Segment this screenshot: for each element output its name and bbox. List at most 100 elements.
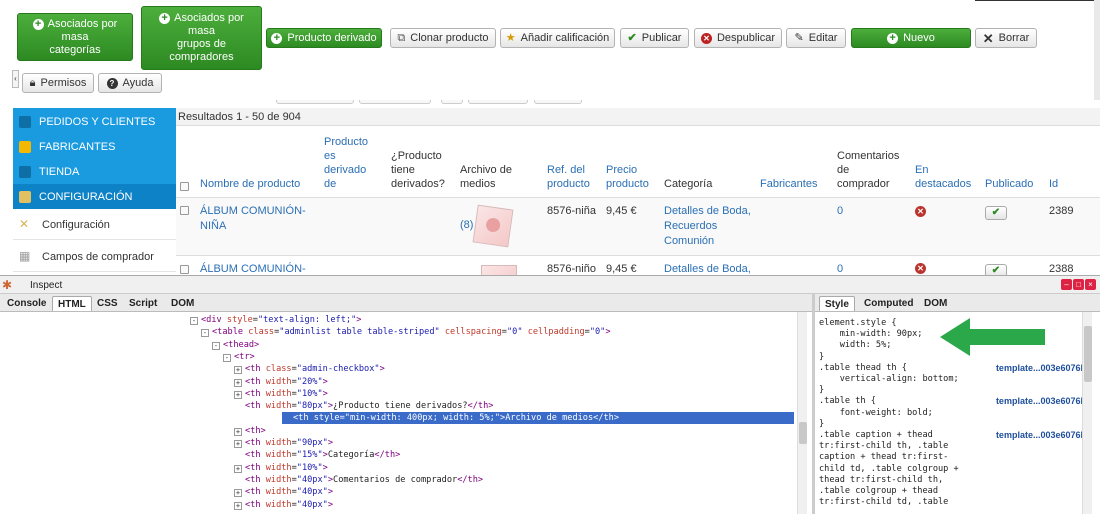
th-fabricantes[interactable]: Fabricantes: [760, 177, 817, 191]
expand-toggle-icon[interactable]: +: [234, 366, 242, 375]
code-line[interactable]: + <th width="20%">: [234, 376, 328, 388]
th-publicado[interactable]: Publicado: [985, 177, 1033, 191]
product-category-link[interactable]: Detalles de Boda, Recuerdos Comunión: [664, 204, 751, 249]
code-line[interactable]: + <th>: [234, 425, 266, 437]
code-line[interactable]: + <th width="40px">: [234, 499, 333, 511]
css-rule-line[interactable]: }: [819, 385, 824, 396]
scrollbar-thumb[interactable]: [1084, 326, 1092, 382]
code-line[interactable]: + <th width="10%">: [234, 388, 328, 400]
code-line[interactable]: - <thead>: [212, 339, 259, 351]
tab-computed[interactable]: Computed: [859, 296, 918, 311]
published-toggle[interactable]: ✔: [985, 206, 1007, 220]
clonar-producto-button[interactable]: ⧉ Clonar producto: [390, 28, 496, 48]
filter-button[interactable]: [468, 100, 528, 104]
minimize-icon[interactable]: –: [1061, 279, 1072, 290]
anadir-calificacion-button[interactable]: ★ Añadir calificación: [500, 28, 615, 48]
css-source-link[interactable]: template...003e6076b: [996, 430, 1086, 440]
code-line[interactable]: + <th class="admin-checkbox">: [234, 363, 385, 375]
filter-input[interactable]: [359, 100, 431, 104]
th-id[interactable]: Id: [1049, 177, 1058, 191]
code-line[interactable]: <th width="80px">¿Producto tiene derivad…: [234, 400, 493, 412]
code-line[interactable]: <th width="40px">Comentarios de comprado…: [234, 474, 483, 486]
css-rule-line[interactable]: vertical-align: bottom;: [819, 374, 959, 385]
product-thumbnail[interactable]: [472, 204, 514, 248]
comments-count[interactable]: 0: [837, 204, 843, 219]
nuevo-button[interactable]: + Nuevo: [851, 28, 971, 48]
tab-dom[interactable]: DOM: [166, 296, 199, 311]
style-pane-scrollbar[interactable]: [1082, 312, 1092, 514]
th-ref[interactable]: Ref. del producto: [547, 163, 590, 191]
asociados-masa-grupos-button[interactable]: + Asociados por masa grupos de compradore…: [141, 6, 262, 70]
css-rule-line[interactable]: caption + thead tr:first-: [819, 452, 948, 463]
borrar-button[interactable]: ✕ Borrar: [975, 28, 1037, 48]
css-source-link[interactable]: template...003e6076b: [996, 396, 1086, 406]
firebug-icon[interactable]: ✱: [2, 278, 12, 293]
css-rule-line[interactable]: }: [819, 419, 824, 430]
sidebar-subitem-configuracion[interactable]: ✕ Configuración: [13, 210, 176, 240]
tab-css[interactable]: CSS: [92, 296, 123, 311]
filter-button[interactable]: [441, 100, 463, 104]
publicar-button[interactable]: ✔ Publicar: [620, 28, 689, 48]
expand-toggle-icon[interactable]: +: [234, 390, 242, 399]
scroll-left-arrow-icon[interactable]: ‹: [12, 70, 19, 88]
sidebar-item-pedidos[interactable]: PEDIDOS Y CLIENTES: [13, 109, 176, 134]
code-line[interactable]: + <th width="40px">: [234, 486, 333, 498]
css-rule-line[interactable]: min-width: 90px;: [819, 329, 923, 340]
select-all-checkbox[interactable]: [180, 182, 189, 191]
scrollbar-thumb[interactable]: [799, 422, 807, 444]
row-checkbox[interactable]: [180, 206, 189, 215]
expand-toggle-icon[interactable]: -: [201, 329, 209, 338]
th-es-derivado[interactable]: Producto es derivado de: [324, 135, 368, 191]
expand-toggle-icon[interactable]: -: [223, 353, 231, 362]
th-destacados[interactable]: En destacados: [915, 163, 971, 191]
code-line[interactable]: <th width="15%">Categoría</th>: [234, 449, 400, 461]
product-thumbnail[interactable]: [481, 265, 517, 275]
th-precio[interactable]: Precio producto: [606, 163, 649, 191]
css-rule-line[interactable]: tr:first-child td, .table: [819, 497, 948, 508]
css-source-link[interactable]: template...003e6076b: [996, 363, 1086, 373]
expand-toggle-icon[interactable]: +: [234, 489, 242, 498]
code-line[interactable]: + <th width="90px">: [234, 437, 333, 449]
not-featured-icon[interactable]: ✕: [915, 263, 926, 274]
sidebar-subitem-campos[interactable]: ▦ Campos de comprador: [13, 242, 176, 272]
css-rule-line[interactable]: .table th {: [819, 396, 876, 407]
row-checkbox[interactable]: [180, 265, 189, 274]
product-category-link[interactable]: Detalles de Boda,: [664, 262, 751, 275]
comments-count[interactable]: 0: [837, 262, 843, 275]
product-name-link[interactable]: ÁLBUM COMUNIÓN- NIÑA: [200, 204, 306, 234]
tab-console[interactable]: Console: [2, 296, 51, 311]
filter-button[interactable]: [534, 100, 582, 104]
css-rule-line[interactable]: element.style {: [819, 318, 897, 329]
code-line[interactable]: + <th width="10%">: [234, 462, 328, 474]
css-rule-line[interactable]: width: 5%;: [819, 340, 892, 351]
tab-html[interactable]: HTML: [52, 296, 92, 311]
css-rule-line[interactable]: tr:first-child th, .table: [819, 441, 948, 452]
expand-toggle-icon[interactable]: +: [234, 464, 242, 473]
html-tree-scrollbar[interactable]: [797, 312, 807, 514]
code-line[interactable]: - <div style="text-align: left;">: [190, 314, 361, 326]
despublicar-button[interactable]: ✕ Despublicar: [694, 28, 782, 48]
code-line[interactable]: <th style="min-width: 400px; width: 5%;"…: [282, 412, 794, 425]
expand-toggle-icon[interactable]: +: [234, 378, 242, 387]
tab-style[interactable]: Style: [819, 296, 855, 311]
product-name-link[interactable]: ÁLBUM COMUNIÓN-: [200, 262, 306, 275]
editar-button[interactable]: ✎ Editar: [786, 28, 846, 48]
tab-style-dom[interactable]: DOM: [919, 296, 952, 311]
sidebar-item-configuracion[interactable]: CONFIGURACIÓN: [13, 184, 176, 209]
expand-toggle-icon[interactable]: +: [234, 440, 242, 448]
css-rule-line[interactable]: .table colgroup + thead: [819, 486, 938, 497]
ayuda-button[interactable]: ? Ayuda: [98, 73, 162, 93]
filter-input[interactable]: [276, 100, 354, 104]
media-count[interactable]: (8): [460, 218, 473, 233]
close-icon[interactable]: ×: [1085, 279, 1096, 290]
code-line[interactable]: - <tr>: [223, 351, 255, 363]
expand-toggle-icon[interactable]: +: [234, 427, 242, 436]
asociados-masa-categorias-button[interactable]: + Asociados por masa categorías: [17, 13, 133, 61]
code-line[interactable]: - <table class="adminlist table table-str…: [201, 326, 611, 338]
expand-toggle-icon[interactable]: -: [190, 317, 198, 325]
not-featured-icon[interactable]: ✕: [915, 206, 926, 217]
css-rule-line[interactable]: .table thead th {: [819, 363, 907, 374]
producto-derivado-button[interactable]: + Producto derivado: [266, 28, 382, 48]
sidebar-item-fabricantes[interactable]: FABRICANTES: [13, 134, 176, 159]
published-toggle[interactable]: ✔: [985, 264, 1007, 275]
